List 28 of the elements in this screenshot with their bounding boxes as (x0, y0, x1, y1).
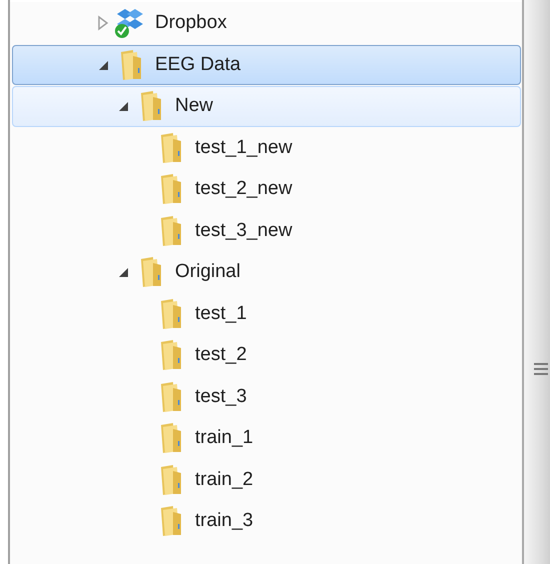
folder-label: train_2 (195, 468, 254, 492)
folder-label: Original (175, 260, 240, 284)
tree-row[interactable]: test_2_new (12, 169, 521, 210)
folder-label: train_3 (195, 509, 254, 533)
folder-label: test_3_new (195, 218, 292, 242)
folder-label: test_3 (195, 384, 247, 408)
tree-row[interactable]: Original (12, 252, 521, 292)
scrollbar-thumb[interactable] (522, 0, 550, 564)
folder-label: New (175, 94, 214, 118)
tree-row[interactable]: test_3 (12, 376, 521, 417)
tree-row[interactable]: train_2 (12, 460, 521, 500)
folder-label: train_1 (195, 426, 254, 450)
tree-row[interactable]: New (12, 86, 521, 126)
folder-label: test_2_new (195, 177, 292, 201)
tree-row[interactable]: test_3_new (12, 210, 521, 251)
folder-label: test_2 (195, 343, 247, 367)
folder-label: Dropbox (155, 11, 227, 35)
folder-label: test_1_new (195, 136, 292, 160)
folder-label: EEG Data (155, 52, 241, 76)
tree-row[interactable]: test_2 (12, 335, 521, 376)
tree-row[interactable]: train_1 (12, 418, 521, 458)
tree-row[interactable]: test_1_new (12, 128, 521, 168)
grip-icon (534, 362, 548, 376)
tree-row[interactable]: Dropbox (12, 3, 521, 44)
folder-label: test_1 (195, 302, 247, 326)
tree-row[interactable]: train_3 (12, 501, 521, 542)
tree-row[interactable]: test_1 (12, 294, 521, 334)
tree-row[interactable]: EEG Data (12, 44, 521, 85)
